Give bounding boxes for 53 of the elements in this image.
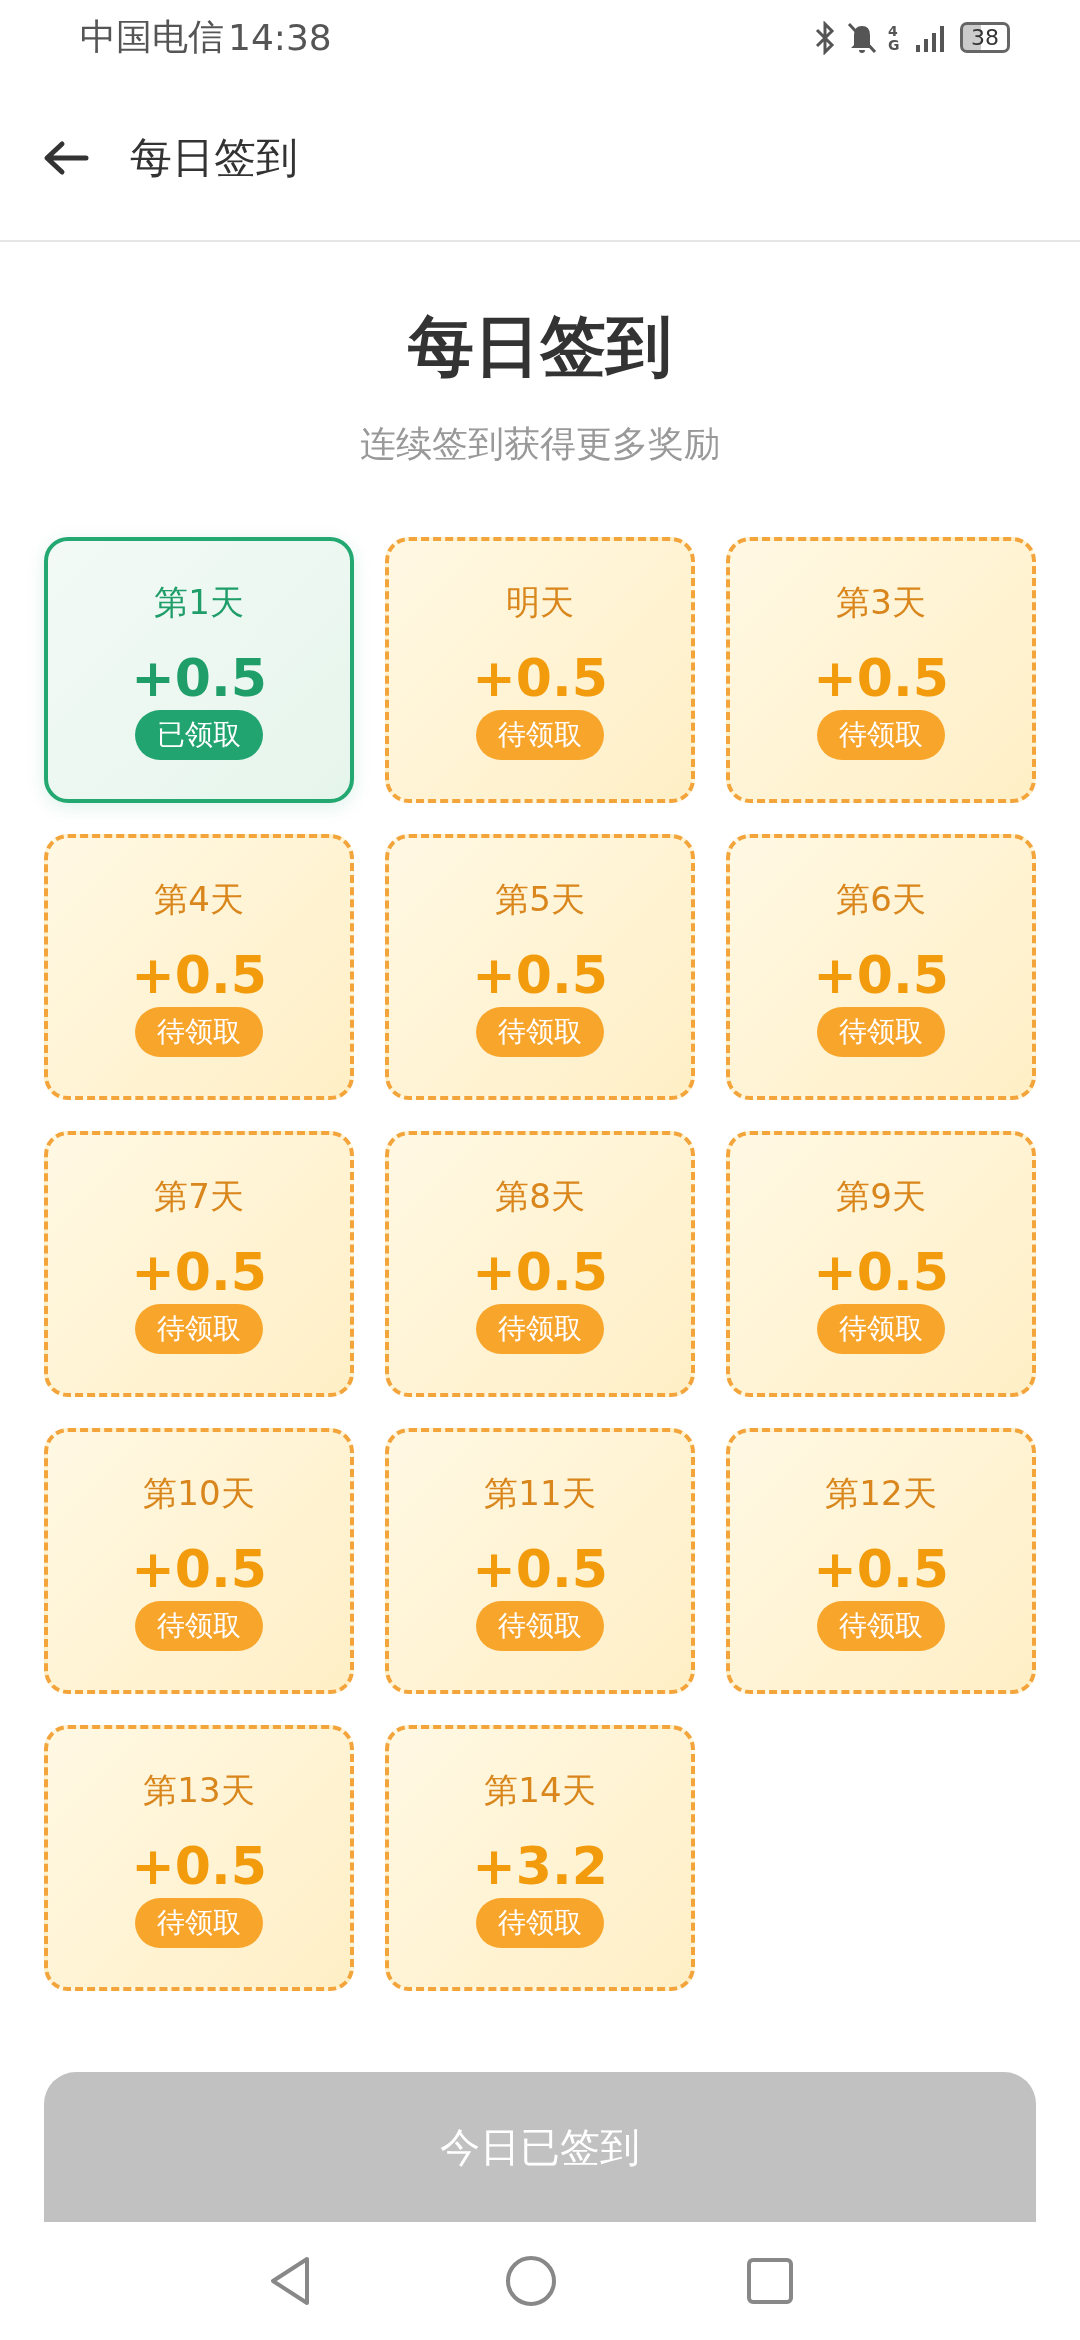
day-label: 第4天 [154,878,244,921]
day-label: 第3天 [836,581,926,624]
reward-amount: +0.5 [131,1836,267,1896]
status-badge: 待领取 [135,1601,263,1651]
status-badge: 待领取 [817,710,945,760]
carrier-name: 中国电信 [80,15,224,59]
reward-amount: +0.5 [813,648,949,708]
reward-amount: +0.5 [131,945,267,1005]
section-title: 每日签到 [408,307,672,387]
section-subtitle: 连续签到获得更多奖励 [360,422,720,466]
reward-amount: +0.5 [131,1242,267,1302]
bluetooth-icon [814,20,836,55]
recents-nav-icon[interactable] [747,2258,793,2304]
day-label: 第7天 [154,1175,244,1218]
day-label: 明天 [506,581,574,624]
status-badge: 待领取 [135,1007,263,1057]
day-label: 第5天 [495,878,585,921]
status-badge: 待领取 [476,710,604,760]
reward-amount: +0.5 [813,1539,949,1599]
network-type: 4G [888,23,901,52]
status-badge: 待领取 [476,1007,604,1057]
home-nav-icon[interactable] [505,2255,557,2307]
status-badge: 待领取 [135,1898,263,1948]
reward-amount: +0.5 [131,648,267,708]
day-label: 第14天 [484,1769,596,1812]
reward-amount: +0.5 [813,945,949,1005]
status-badge: 待领取 [817,1007,945,1057]
day-label: 第8天 [495,1175,585,1218]
status-badge: 待领取 [476,1304,604,1354]
clock-time: 14:38 [228,17,332,58]
status-badge: 已领取 [135,710,263,760]
day-label: 第9天 [836,1175,926,1218]
day-label: 第1天 [154,581,244,624]
page-title: 每日签到 [130,131,298,184]
reward-amount: +0.5 [813,1242,949,1302]
day-label: 第11天 [484,1472,596,1515]
day-label: 第6天 [836,878,926,921]
reward-amount: +0.5 [472,1539,608,1599]
reward-amount: +0.5 [472,945,608,1005]
reward-amount: +0.5 [131,1539,267,1599]
status-badge: 待领取 [817,1601,945,1651]
day-label: 第13天 [143,1769,255,1812]
battery-level: 38 [960,22,1010,53]
reward-amount: +0.5 [472,1242,608,1302]
status-badge: 待领取 [817,1304,945,1354]
status-badge: 待领取 [135,1304,263,1354]
status-badge: 待领取 [476,1898,604,1948]
status-badge: 待领取 [476,1601,604,1651]
reward-amount: +3.2 [472,1836,608,1896]
muted-bell-icon [846,20,878,55]
day-label: 第12天 [825,1472,937,1515]
day-label: 第10天 [143,1472,255,1515]
reward-amount: +0.5 [472,648,608,708]
